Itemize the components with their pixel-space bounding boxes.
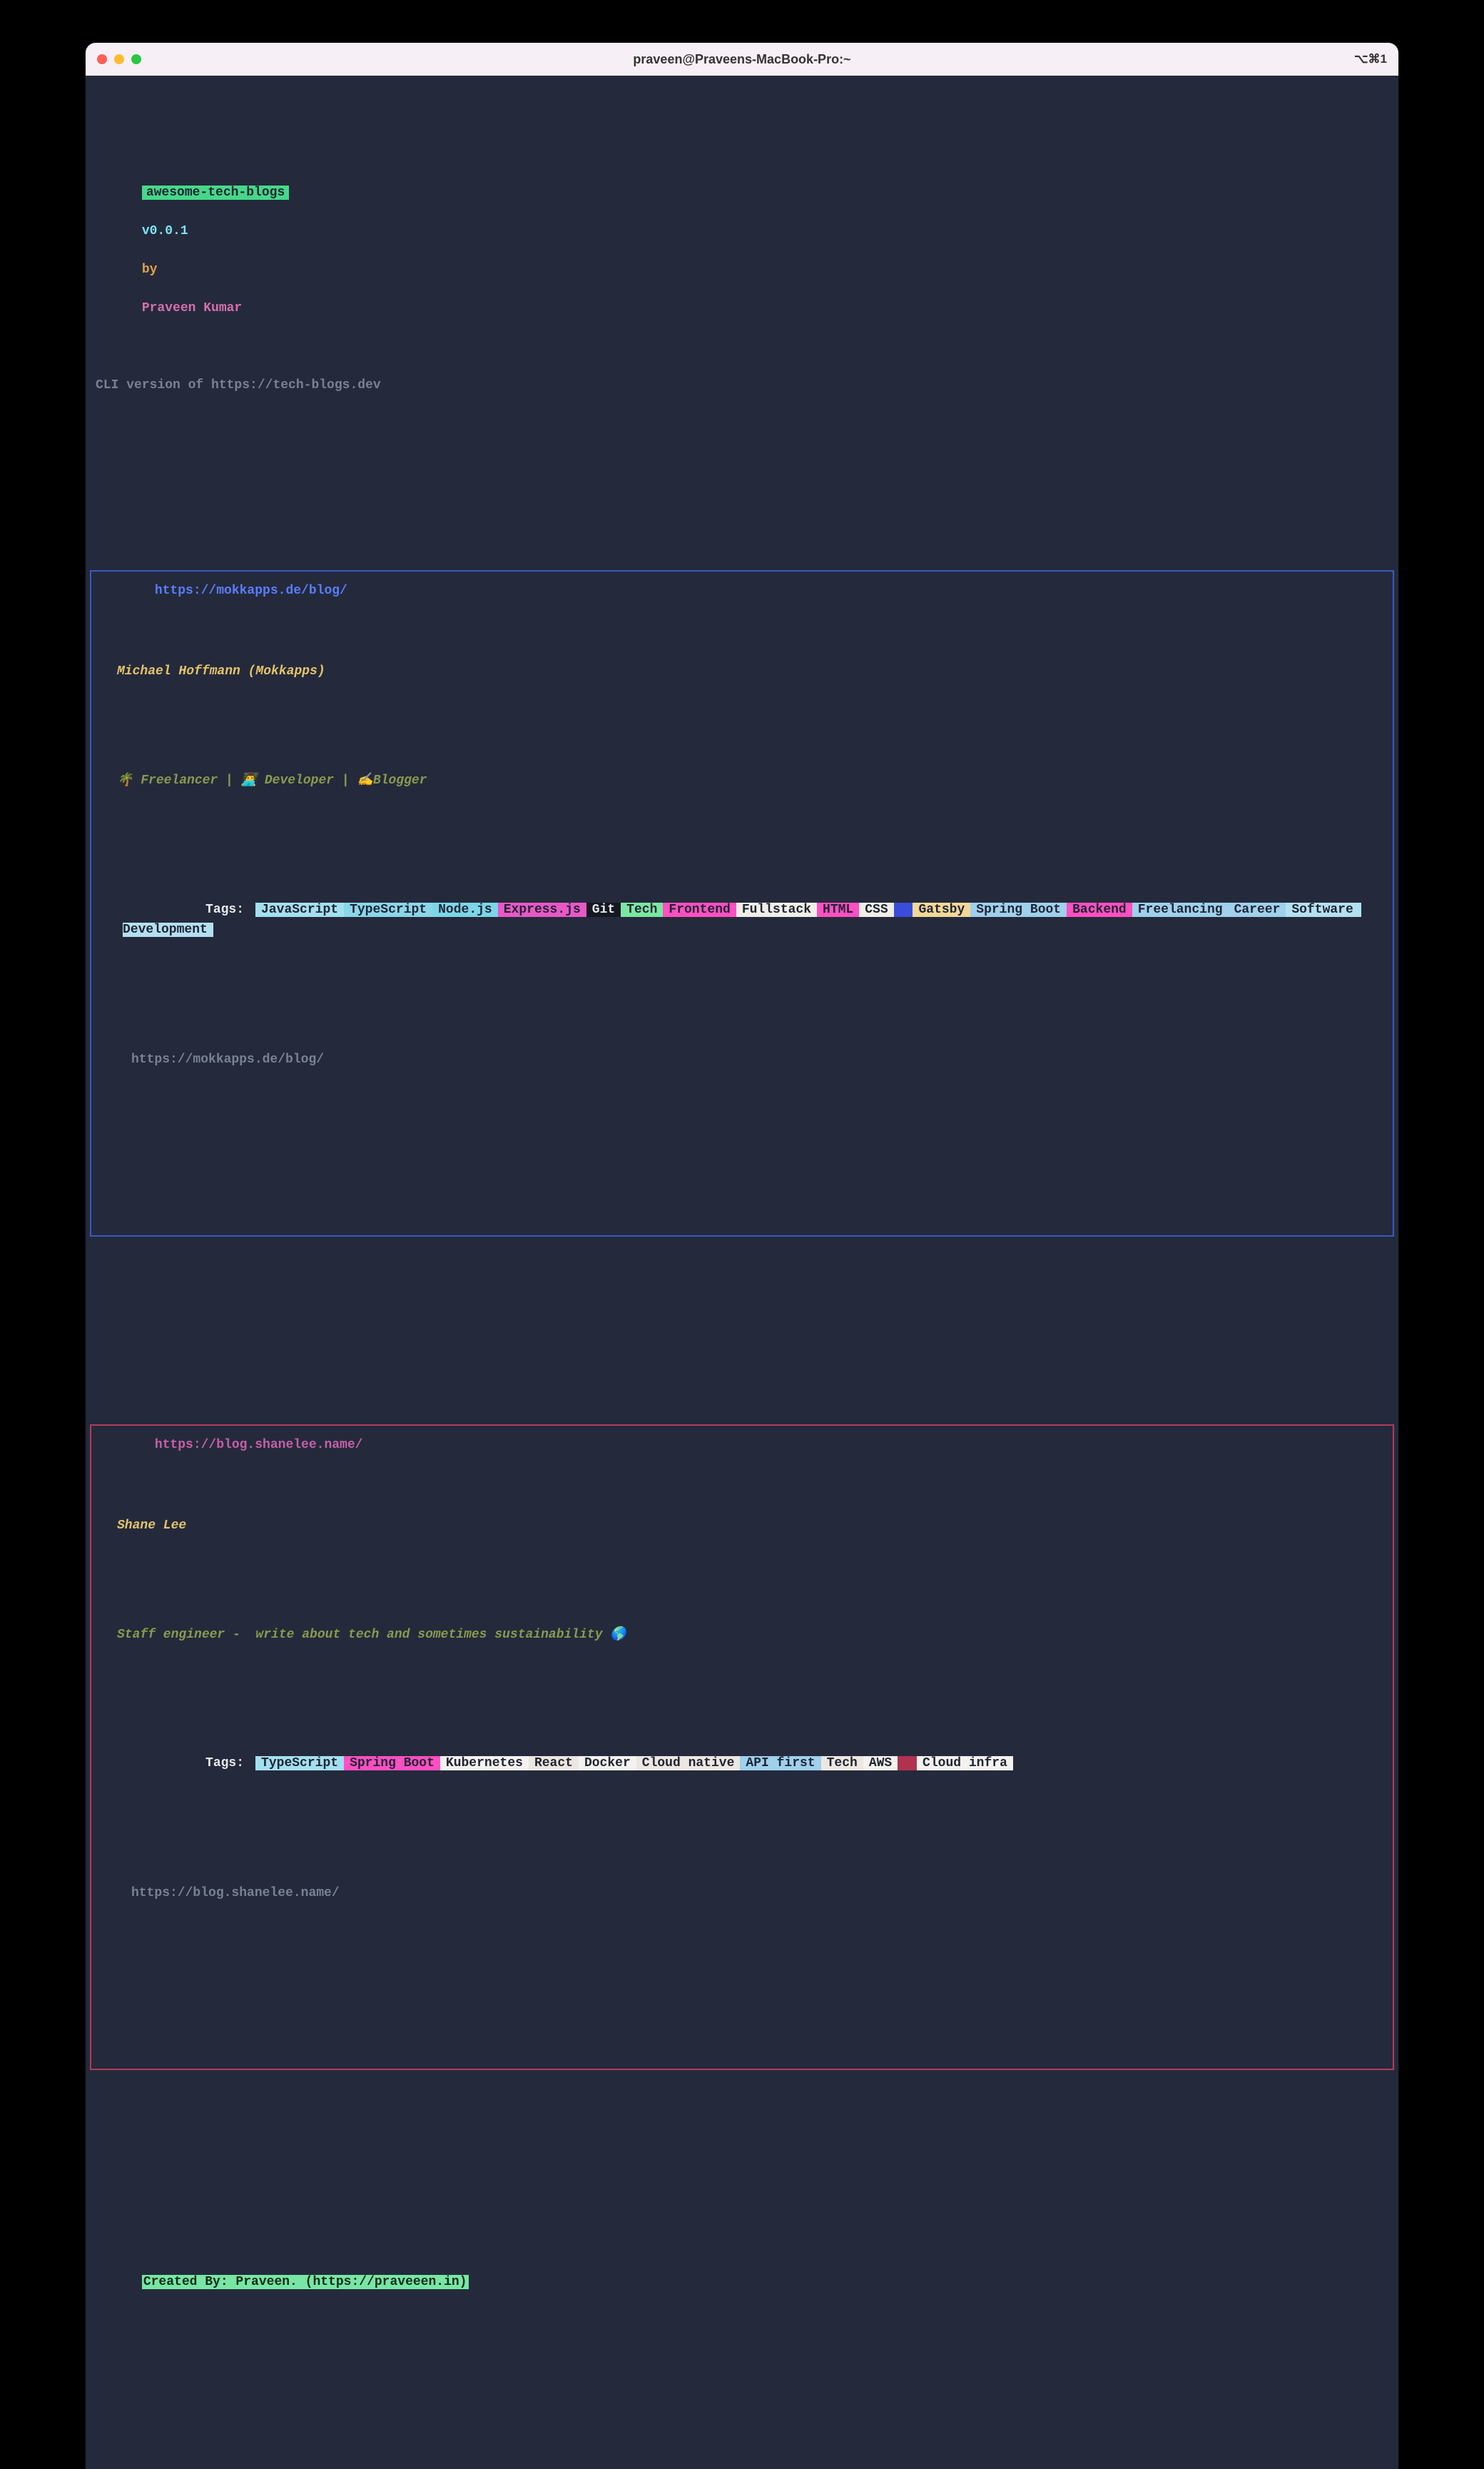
card-legend-url: https://blog.shanelee.name/ <box>151 1438 367 1452</box>
tag: Tech <box>821 1756 863 1770</box>
tag: API first <box>740 1756 820 1770</box>
tag: Cloud native <box>636 1756 741 1770</box>
tag: Gatsby <box>913 903 970 917</box>
blog-url: https://mokkapps.de/blog/ <box>107 1050 1377 1070</box>
terminal-body[interactable]: awesome-tech-blogs v0.0.1 by Praveen Kum… <box>86 76 1398 2469</box>
blog-tagline: Staff engineer - write about tech and so… <box>107 1626 1377 1645</box>
tag: JavaScript <box>255 903 344 917</box>
window-title: praveen@Praveens-MacBook-Pro:~ <box>86 50 1398 69</box>
blog-url: https://blog.shanelee.name/ <box>107 1884 1377 1903</box>
app-badge: awesome-tech-blogs <box>142 186 289 200</box>
tag: Freelancing <box>1132 903 1229 917</box>
blog-card-1: https://mokkapps.de/blog/ Michael Hoffma… <box>90 570 1394 1237</box>
tag: Career <box>1229 903 1286 917</box>
terminal-window: praveen@Praveens-MacBook-Pro:~ ⌥⌘1 aweso… <box>86 43 1398 2469</box>
tags-label: Tags: <box>200 903 250 917</box>
tag: TypeScript <box>255 1756 344 1770</box>
tag: TypeScript <box>344 903 432 917</box>
footer-credit-line: Created By: Praveen. (https://praveeen.i… <box>88 2253 1396 2311</box>
footer-credit: Created By: Praveen. (https://praveeen.i… <box>142 2275 469 2289</box>
tag: CSS <box>859 903 893 917</box>
tag: Kubernetes <box>440 1756 529 1770</box>
blog-tags-row: Tags: JavaScriptTypeScriptNode.jsExpress.… <box>107 881 1377 960</box>
app-header: awesome-tech-blogs v0.0.1 by Praveen Kum… <box>88 164 1396 338</box>
titlebar[interactable]: praveen@Praveens-MacBook-Pro:~ ⌥⌘1 <box>86 43 1398 76</box>
shortcut-hint: ⌥⌘1 <box>1354 50 1387 69</box>
tag <box>894 903 913 917</box>
tag: Spring Boot <box>970 903 1067 917</box>
app-subtitle: CLI version of https://tech-blogs.dev <box>88 376 1396 395</box>
tag: Git <box>586 903 621 917</box>
tag: Frontend <box>663 903 736 917</box>
tag: Docker <box>579 1756 636 1770</box>
tag: AWS <box>863 1756 898 1770</box>
tag: Fullstack <box>736 903 817 917</box>
blog-author-name: Shane Lee <box>107 1516 1377 1536</box>
blog-card-2: https://blog.shanelee.name/ Shane Lee St… <box>90 1424 1394 2071</box>
tag: Cloud infra <box>917 1756 1013 1770</box>
tag <box>898 1756 917 1770</box>
app-author: Praveen Kumar <box>142 301 242 315</box>
tag: React <box>529 1756 579 1770</box>
tag: Express.js <box>498 903 586 917</box>
tag: Backend <box>1067 903 1132 917</box>
card-legend-url: https://mokkapps.de/blog/ <box>151 584 352 598</box>
blog-tags-row: Tags: TypeScriptSpring BootKubernetesReac… <box>107 1735 1377 1795</box>
by-word: by <box>142 263 158 277</box>
app-version: v0.0.1 <box>142 224 188 238</box>
blog-author-name: Michael Hoffmann (Mokkapps) <box>107 662 1377 681</box>
tag: Spring Boot <box>344 1756 440 1770</box>
blog-tagline: 🌴 Freelancer | 👨‍💻 Developer | ✍️Blogger <box>107 771 1377 791</box>
tag: HTML <box>817 903 859 917</box>
tag: Node.js <box>432 903 498 917</box>
tag: Tech <box>621 903 663 917</box>
tags-label: Tags: <box>200 1756 250 1770</box>
